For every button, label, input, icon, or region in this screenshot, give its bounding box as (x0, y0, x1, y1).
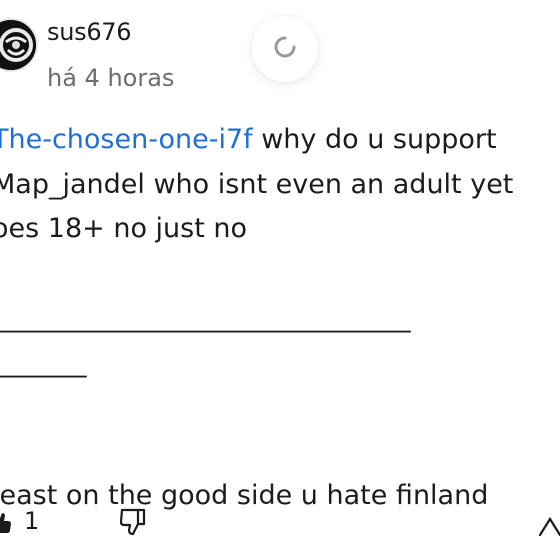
comment-line-5: _______________________________ (0, 302, 411, 333)
comment-line-6: _______ (0, 346, 87, 378)
comment-line-4 (0, 252, 560, 297)
thumbs-up-icon[interactable] (0, 511, 12, 539)
username[interactable]: sus676 (47, 18, 132, 46)
comment-actions: 1 (0, 503, 560, 543)
comment-view: sus676 há 4 horas The-chosen-one-i7f why… (0, 0, 560, 560)
mention-link[interactable]: The-chosen-one-i7f (0, 124, 253, 155)
refresh-button[interactable] (252, 16, 318, 82)
comment-timestamp: há 4 horas (47, 64, 175, 92)
comment-line-2: Map_jandel who isnt even an adult yet (0, 168, 514, 200)
comment-line-8 (0, 430, 560, 475)
comment-body: The-chosen-one-i7f why do u support Map_j… (0, 118, 560, 519)
comment-line-1: The-chosen-one-i7f why do u support (0, 118, 560, 163)
like-count: 1 (24, 507, 40, 535)
comment-line-7 (0, 385, 560, 430)
refresh-icon (270, 32, 300, 66)
thumbs-down-icon[interactable] (117, 507, 149, 541)
avatar[interactable] (0, 20, 36, 70)
comment-line-3: oes 18+ no just no (0, 213, 248, 244)
comment-line-1-text: why do u support (252, 124, 497, 155)
more-icon[interactable] (538, 515, 560, 541)
avatar-image (0, 20, 36, 70)
